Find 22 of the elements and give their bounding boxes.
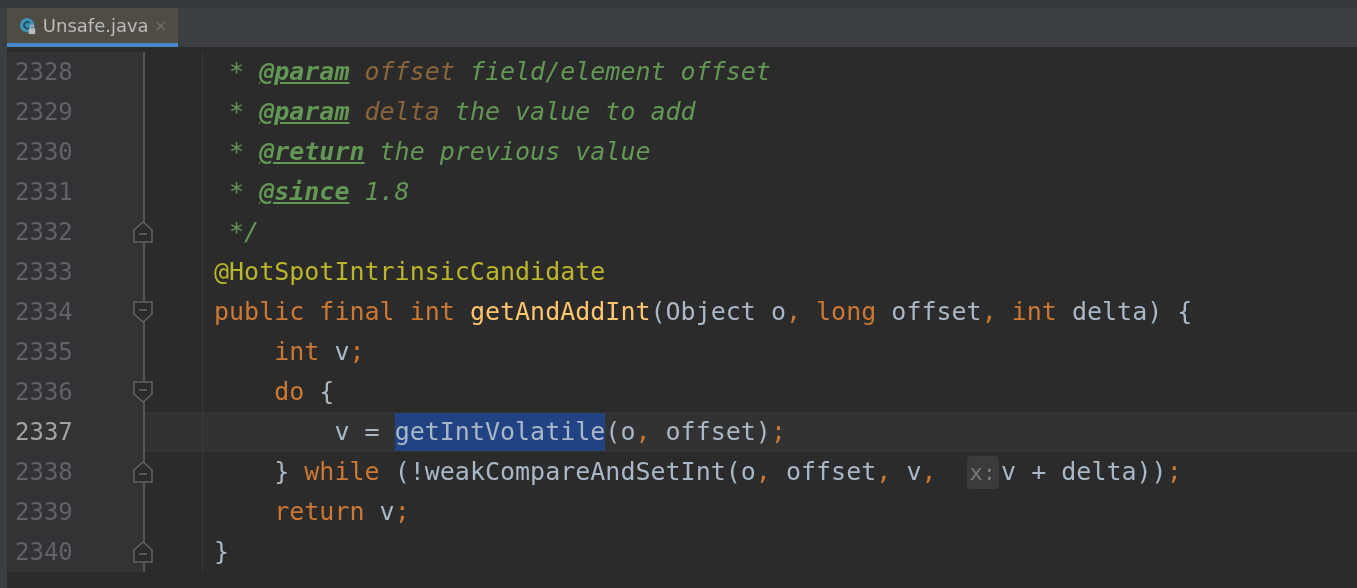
fold-icon[interactable]: [133, 301, 153, 323]
code-text: (o, offset);: [605, 416, 786, 449]
code-text: * @param delta the value to add: [228, 96, 696, 129]
code-text: int v;: [273, 336, 365, 369]
parameter-hint: x:: [966, 455, 1000, 489]
code-text: return v;: [273, 496, 410, 529]
tab-label: Unsafe.java: [42, 14, 149, 38]
line-number: 2337: [15, 417, 73, 448]
file-tab[interactable]: Unsafe.java: [7, 8, 178, 47]
code-text: * @param offset field/element offset: [228, 56, 771, 89]
code-text: v + delta));: [1001, 456, 1182, 489]
code-text: } while (!weakCompareAndSetInt(o, offset, v,: [273, 456, 938, 489]
selected-text: getIntVolatile: [394, 413, 606, 451]
code-text: }: [214, 536, 230, 569]
code-text: v =: [333, 416, 381, 449]
code-text: */: [228, 216, 260, 249]
code-text: public final int getAndAddInt(Object o, long offset, int delta) {: [214, 296, 1193, 329]
code-text: * @since 1.8: [228, 176, 410, 209]
fold-icon[interactable]: [133, 381, 153, 403]
code-text: do {: [273, 376, 335, 409]
code-text: * @return the previous value: [228, 136, 651, 169]
code-text: @HotSpotIntrinsicCandidate: [214, 256, 606, 289]
